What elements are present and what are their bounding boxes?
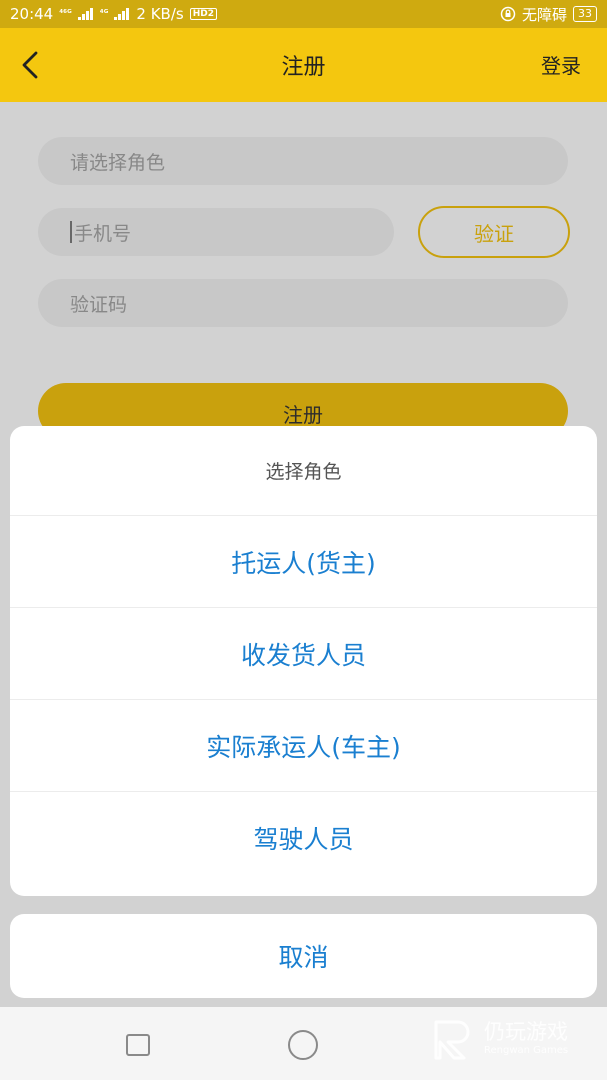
signal-4g-icon-2: ⁴ᴳ — [99, 8, 109, 19]
chevron-left-icon — [22, 51, 38, 79]
signal-bars-icon — [77, 8, 93, 20]
option-consignee-staff[interactable]: 收发货人员 — [10, 608, 597, 700]
hd-icon: HD2 — [189, 8, 217, 20]
signal-bars-icon-2 — [114, 8, 130, 20]
status-right: 无障碍 33 — [500, 4, 597, 25]
page-title: 注册 — [281, 55, 326, 80]
option-driver[interactable]: 驾驶人员 — [10, 792, 597, 884]
status-left: 20:44 ⁴⁶ᴳ ⁴ᴳ 2 KB/s HD2 — [10, 5, 217, 23]
home-button[interactable] — [288, 1030, 318, 1060]
role-action-sheet: 选择角色 托运人(货主) 收发货人员 实际承运人(车主) 驾驶人员 — [10, 426, 597, 896]
accessibility-label: 无障碍 — [521, 5, 567, 24]
sheet-title: 选择角色 — [10, 426, 597, 516]
status-bar: 20:44 ⁴⁶ᴳ ⁴ᴳ 2 KB/s HD2 无障碍 33 — [0, 0, 607, 28]
login-link[interactable]: 登录 — [541, 50, 581, 79]
watermark: 仍玩游戏 Rengwan Games — [430, 1014, 600, 1064]
signal-4g-icon: ⁴⁶ᴳ — [59, 8, 72, 19]
option-actual-carrier[interactable]: 实际承运人(车主) — [10, 700, 597, 792]
watermark-cn: 仍玩游戏 — [484, 1020, 568, 1044]
battery-icon: 33 — [573, 6, 597, 22]
app-bar: 注册 登录 — [0, 28, 607, 102]
status-time: 20:44 — [10, 5, 54, 23]
recents-button[interactable] — [126, 1034, 150, 1056]
option-shipper[interactable]: 托运人(货主) — [10, 516, 597, 608]
network-speed: 2 KB/s — [136, 5, 184, 23]
watermark-text: 仍玩游戏 Rengwan Games — [484, 1020, 568, 1058]
back-button[interactable] — [10, 45, 50, 85]
lock-rotation-icon — [500, 6, 516, 22]
watermark-en: Rengwan Games — [484, 1045, 569, 1056]
watermark-logo-icon — [434, 1020, 470, 1060]
cancel-button[interactable]: 取消 — [10, 914, 597, 998]
